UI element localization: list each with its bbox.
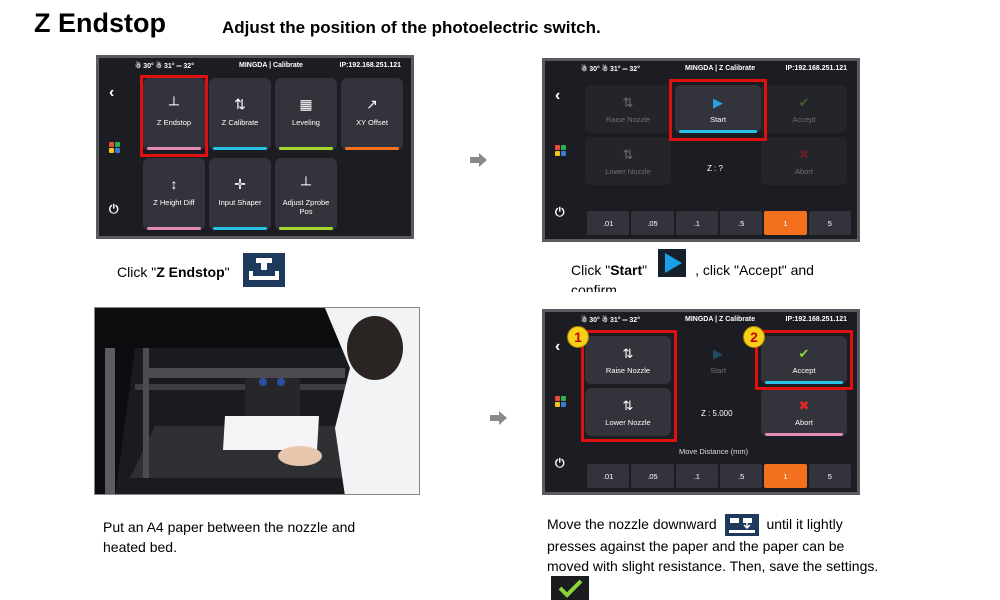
distance-selector: .01 .05 .1 .5 1 5	[587, 464, 851, 488]
z-calibrate-icon: ⇅	[234, 96, 246, 112]
power-icon[interactable]: ⏻	[555, 205, 565, 220]
distance-5[interactable]: 5	[808, 464, 851, 488]
arrow-right-icon	[490, 411, 507, 425]
tile-z-calibrate[interactable]: ⇅ Z Calibrate	[209, 78, 271, 150]
lower-nozzle-icon	[724, 514, 759, 537]
highlight-nozzle-buttons	[581, 330, 677, 442]
apps-icon[interactable]	[555, 396, 567, 408]
step3-caption: Put an A4 paper between the nozzle and h…	[103, 519, 356, 555]
distance-1[interactable]: 1	[764, 464, 807, 488]
cross-icon: ✖	[798, 147, 810, 162]
distance-0.05[interactable]: .05	[631, 464, 674, 488]
z-calibrate-screen-start: ☃ 30° ☃ 31° ═ 32° MINGDA | Z Calibrate I…	[542, 58, 860, 242]
tile-xy-offset[interactable]: ↗ XY Offset	[341, 78, 403, 150]
distance-0.01[interactable]: .01	[587, 211, 630, 235]
highlight-start	[669, 79, 767, 141]
arrow-right-icon	[470, 153, 487, 167]
apps-icon[interactable]	[555, 145, 567, 157]
z-value: Z : ?	[707, 164, 724, 173]
step-badge-1: 1	[567, 326, 589, 348]
power-icon[interactable]: ⏻	[109, 202, 119, 217]
move-distance-label: Move Distance (mm)	[679, 447, 749, 456]
xy-offset-icon: ↗	[366, 96, 378, 112]
distance-selector: .01 .05 .1 .5 1 5	[587, 211, 851, 235]
tile-z-height-diff[interactable]: ↕ Z Height Diff	[143, 158, 205, 230]
distance-0.5[interactable]: .5	[719, 464, 763, 488]
ip-label: IP:192.168.251.121	[339, 62, 402, 69]
grid-icon: ▦	[299, 96, 313, 112]
status-bar: ☃ 30° ☃ 31° ═ 32° MINGDA | Z Calibrate I…	[581, 65, 847, 73]
abort-button[interactable]: ✖ Abort	[761, 388, 847, 436]
status-bar: ☃ 30° ☃ 31° ═ 32° MINGDA | Z Calibrate I…	[581, 316, 847, 324]
page-subtitle: Adjust the position of the photoelectric…	[222, 18, 601, 37]
step1-caption: Click "Z Endstop"	[117, 264, 230, 280]
distance-5[interactable]: 5	[808, 211, 851, 235]
highlight-z-endstop	[140, 75, 208, 157]
check-icon: ✔	[798, 95, 810, 110]
play-icon: ▶	[713, 346, 723, 361]
raise-nozzle-button[interactable]: ⇅ Raise Nozzle	[585, 85, 671, 133]
printer-photo	[94, 307, 420, 495]
distance-0.1[interactable]: .1	[675, 464, 718, 488]
check-icon	[551, 576, 589, 600]
back-icon[interactable]: ‹	[555, 338, 560, 356]
status-bar: ☃ 30° ☃ 31° ═ 32° MINGDA | Calibrate IP:…	[99, 62, 411, 74]
step-badge-2: 2	[743, 326, 765, 348]
back-icon[interactable]: ‹	[109, 84, 114, 102]
play-icon	[658, 249, 686, 277]
z-height-icon: ↕	[170, 176, 178, 192]
tile-adjust-zprobe[interactable]: ┴ Adjust Zprobe Pos	[275, 158, 337, 230]
highlight-accept	[755, 330, 853, 390]
z-calibrate-screen-adjust: ☃ 30° ☃ 31° ═ 32° MINGDA | Z Calibrate I…	[542, 309, 860, 495]
accept-button[interactable]: ✔ Accept	[761, 85, 847, 133]
z-endstop-icon	[243, 253, 285, 287]
apps-icon[interactable]	[109, 142, 121, 154]
step4-caption: Move the nozzle downward until it lightl…	[547, 514, 882, 600]
distance-0.1[interactable]: .1	[675, 211, 718, 235]
abort-button[interactable]: ✖ Abort	[761, 137, 847, 185]
lower-nozzle-button[interactable]: ⇅ Lower Nozzle	[585, 137, 671, 185]
mode-label: MINGDA | Calibrate	[239, 62, 303, 69]
cross-icon: ✖	[798, 398, 810, 413]
z-value: Z : 5.000	[701, 409, 733, 418]
calibrate-screen: ☃ 30° ☃ 31° ═ 32° MINGDA | Calibrate IP:…	[96, 55, 414, 239]
back-icon[interactable]: ‹	[555, 87, 560, 105]
zprobe-icon: ┴	[301, 176, 311, 192]
distance-0.05[interactable]: .05	[631, 211, 674, 235]
page-title: Z Endstop	[34, 8, 166, 38]
distance-0.01[interactable]: .01	[587, 464, 630, 488]
tile-input-shaper[interactable]: ✛ Input Shaper	[209, 158, 271, 230]
tile-leveling[interactable]: ▦ Leveling	[275, 78, 337, 150]
distance-1[interactable]: 1	[764, 211, 807, 235]
power-icon[interactable]: ⏻	[555, 456, 565, 471]
temps-readout: ☃ 30° ☃ 31° ═ 32°	[135, 63, 194, 70]
step2-caption: Click "Start", click "Accept" and confirm	[571, 262, 814, 292]
distance-0.5[interactable]: .5	[719, 211, 763, 235]
move-icon: ✛	[234, 176, 246, 192]
